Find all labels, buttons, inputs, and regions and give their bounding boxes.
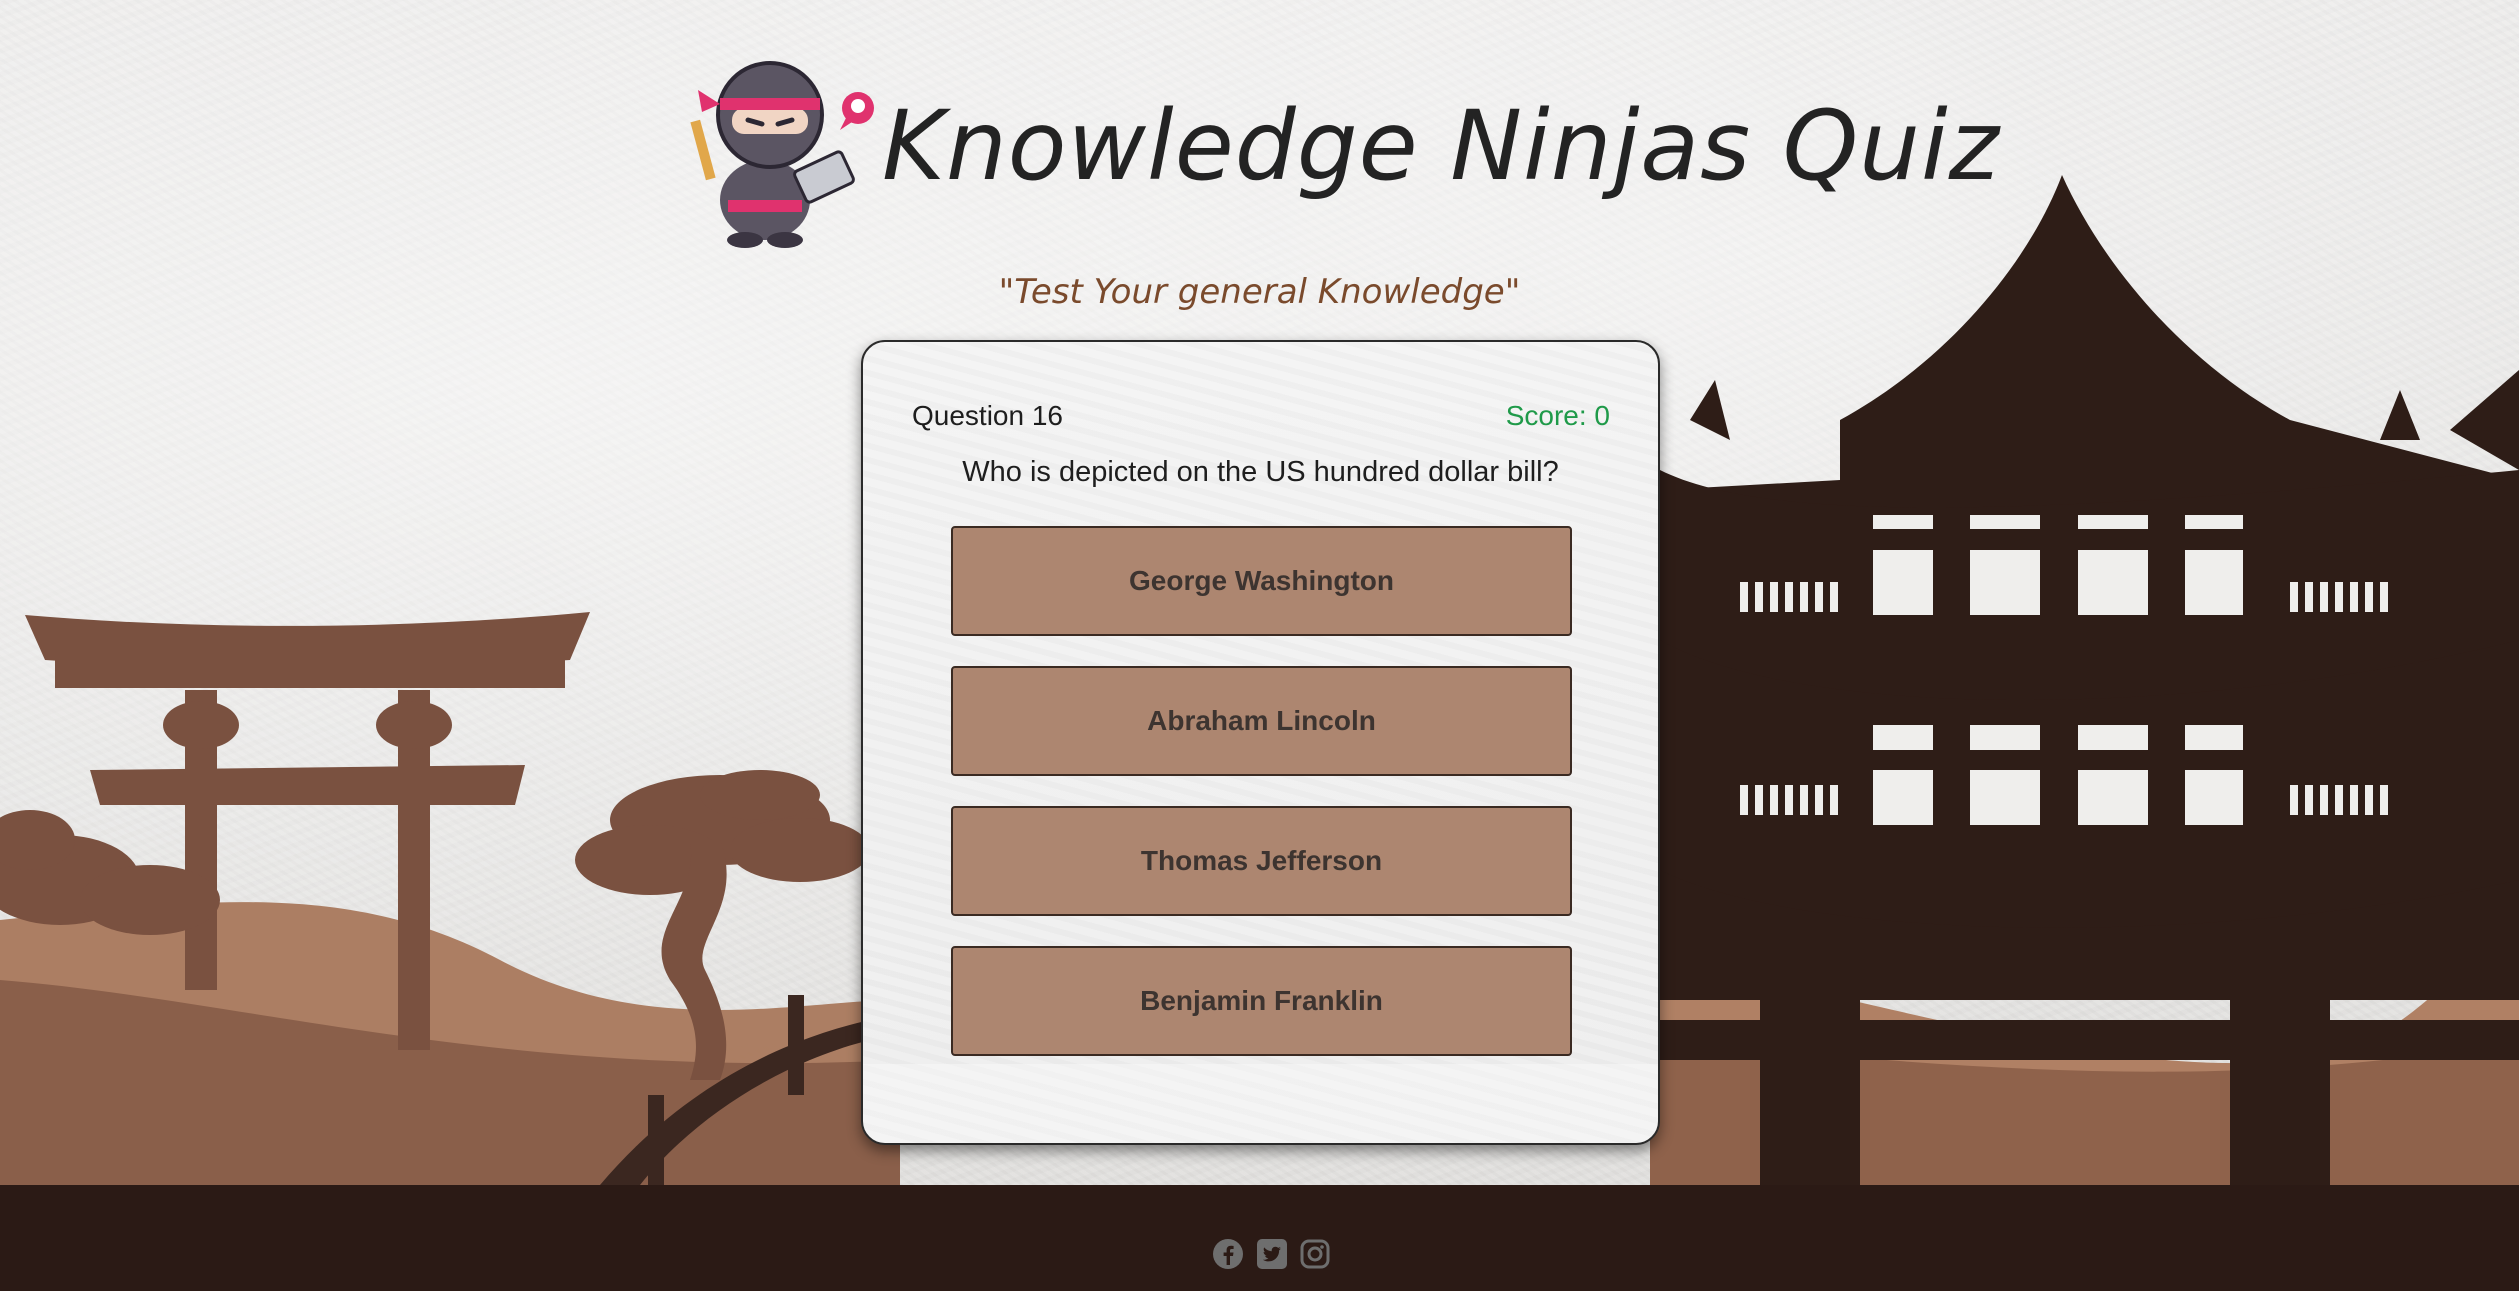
- header: Knowledge Ninjas Quiz: [0, 40, 2519, 260]
- page-title: Knowledge Ninjas Quiz: [882, 90, 2001, 202]
- question-text: Who is depicted on the US hundred dollar…: [962, 456, 1559, 488]
- answer-button[interactable]: Benjamin Franklin: [951, 946, 1572, 1056]
- ninja-logo-icon: [690, 61, 874, 248]
- answer-label: Thomas Jefferson: [1140, 845, 1383, 876]
- footer: [0, 1185, 2519, 1291]
- instagram-icon[interactable]: [1298, 1237, 1332, 1271]
- answer-label: Abraham Lincoln: [1147, 705, 1376, 736]
- facebook-icon[interactable]: [1211, 1237, 1245, 1271]
- question-number: Question 16: [912, 400, 1063, 431]
- card-footer-band: [863, 1064, 1658, 1143]
- score-display: Score: 0: [1505, 400, 1610, 431]
- answer-button[interactable]: George Washington: [951, 526, 1572, 636]
- page-subtitle: "Test Your general Knowledge": [998, 272, 1521, 312]
- twitter-icon[interactable]: [1255, 1237, 1289, 1271]
- answer-label: George Washington: [1129, 565, 1394, 596]
- answer-label: Benjamin Franklin: [1140, 985, 1383, 1016]
- answer-button[interactable]: Thomas Jefferson: [951, 806, 1572, 916]
- quiz-card: Question 16 Score: 0 Who is depicted on …: [861, 340, 1660, 1145]
- answer-button[interactable]: Abraham Lincoln: [951, 666, 1572, 776]
